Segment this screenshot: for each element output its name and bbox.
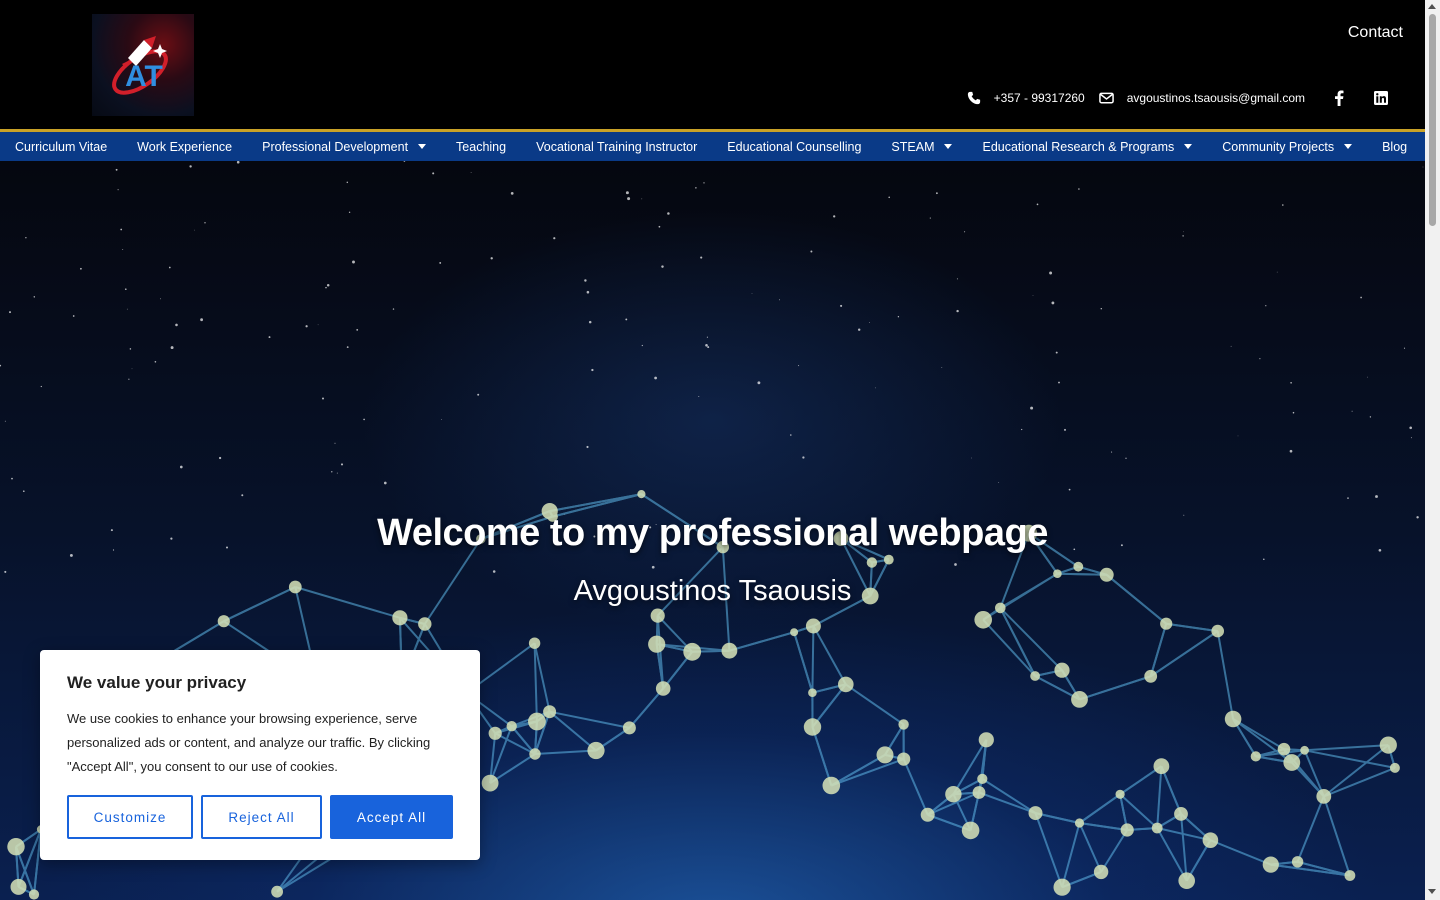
nav-item-vocational-training-instructor[interactable]: Vocational Training Instructor: [521, 132, 712, 161]
nav-item-label: Curriculum Vitae: [15, 139, 108, 154]
reject-all-button[interactable]: Reject All: [201, 795, 322, 839]
caret-down-icon: [418, 144, 427, 149]
page-scrollbar[interactable]: [1425, 0, 1440, 900]
nav-item-educational-research-programs[interactable]: Educational Research & Programs: [967, 132, 1207, 161]
nav-item-label: Work Experience: [137, 139, 233, 154]
nav-item-educational-counselling[interactable]: Educational Counselling: [712, 132, 876, 161]
scroll-down-arrow-icon[interactable]: [1428, 889, 1436, 894]
nav-item-label: STEAM: [891, 139, 935, 154]
nav-item-community-projects[interactable]: Community Projects: [1207, 132, 1367, 161]
customize-button[interactable]: Customize: [67, 795, 193, 839]
hero-title: Welcome to my professional webpage: [377, 512, 1048, 554]
nav-item-blog[interactable]: Blog: [1367, 132, 1422, 161]
nav-item-work-experience[interactable]: Work Experience: [122, 132, 247, 161]
linkedin-icon[interactable]: [1371, 88, 1391, 108]
nav-item-label: Vocational Training Instructor: [536, 139, 698, 154]
nav-item-steam[interactable]: STEAM: [876, 132, 967, 161]
phone-number[interactable]: +357 - 99317260: [994, 91, 1085, 105]
contact-info-row: +357 - 99317260 avgoustinos.tsaousis@gma…: [964, 88, 1391, 108]
hero-subtitle: Avgoustinos Tsaousis: [573, 575, 852, 607]
caret-down-icon: [1184, 144, 1193, 149]
rocket-logo-icon: AT: [112, 36, 168, 95]
cookie-banner-title: We value your privacy: [67, 673, 247, 692]
svg-text:AT: AT: [125, 60, 163, 93]
nav-item-professional-development[interactable]: Professional Development: [247, 132, 441, 161]
page: AT Contact +357 - 99317260 avgoustinos.t…: [0, 0, 1425, 900]
nav-item-label: Educational Research & Programs: [982, 139, 1175, 154]
site-logo[interactable]: AT: [92, 14, 194, 116]
contact-link[interactable]: Contact: [1348, 24, 1403, 42]
cookie-consent-banner: We value your privacy We use cookies to …: [40, 650, 480, 860]
facebook-icon[interactable]: [1329, 88, 1349, 108]
nav-item-label: Community Projects: [1222, 139, 1335, 154]
nav-item-label: Professional Development: [262, 139, 409, 154]
envelope-icon: [1097, 88, 1117, 108]
main-navigation: Curriculum Vitae Work Experience Profess…: [0, 132, 1425, 161]
nav-item-teaching[interactable]: Teaching: [441, 132, 521, 161]
nav-item-curriculum-vitae[interactable]: Curriculum Vitae: [0, 132, 122, 161]
site-header: AT Contact +357 - 99317260 avgoustinos.t…: [0, 0, 1425, 129]
accept-all-button[interactable]: Accept All: [330, 795, 453, 839]
caret-down-icon: [944, 144, 953, 149]
email-address[interactable]: avgoustinos.tsaousis@gmail.com: [1127, 91, 1305, 105]
nav-item-label: Educational Counselling: [727, 139, 862, 154]
nav-item-label: Teaching: [456, 139, 507, 154]
cookie-banner-text: We use cookies to enhance your browsing …: [67, 711, 431, 774]
phone-icon: [964, 88, 984, 108]
nav-item-label: Blog: [1382, 139, 1408, 154]
scroll-up-arrow-icon[interactable]: [1428, 4, 1436, 9]
scrollbar-thumb[interactable]: [1429, 14, 1436, 226]
caret-down-icon: [1344, 144, 1353, 149]
